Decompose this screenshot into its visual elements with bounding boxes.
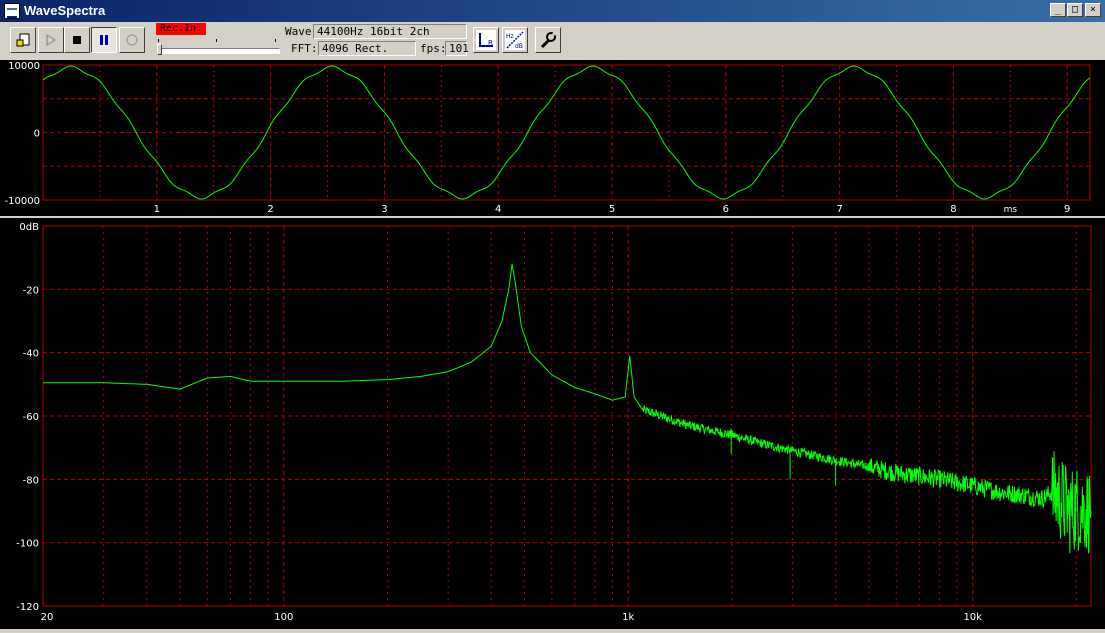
- y-tick-label: 0: [34, 129, 40, 140]
- x-tick-label: 6: [723, 204, 729, 215]
- settings-button[interactable]: [535, 27, 561, 53]
- level-tick: [275, 39, 276, 42]
- wave-format-field: 44100Hz 16bit 2ch: [313, 24, 467, 39]
- x-tick-label: 2: [267, 204, 273, 215]
- x-tick-label: 20: [41, 612, 54, 623]
- waveform-chart: 10000 0 -10000 1 2 3 4 5 6 7 8 9 ms: [5, 61, 1091, 215]
- y-tick-label: -80: [23, 475, 39, 486]
- y-tick-label: -120: [16, 602, 39, 613]
- hz-db-scale-icon: Hz dB: [505, 30, 525, 50]
- spectrum-trace: [43, 263, 1092, 554]
- y-tick-label: -40: [23, 349, 39, 360]
- maximize-button[interactable]: □: [1067, 3, 1083, 17]
- toolbar: Rec.In. Wave: 44100Hz 16bit 2ch FFT: 409…: [0, 22, 1105, 61]
- x-tick-label: 3: [381, 204, 387, 215]
- lr-channel-icon: R: [476, 30, 496, 50]
- spectrum-chart: 0dB -20 -40 -60 -80 -100 -12020 100 1k 10k: [16, 222, 1092, 623]
- stop-icon: [73, 36, 81, 44]
- input-level-slider-thumb[interactable]: [157, 44, 162, 55]
- pause-button[interactable]: [91, 27, 117, 53]
- svg-text:Hz: Hz: [506, 33, 514, 40]
- minimize-button[interactable]: _: [1050, 3, 1066, 17]
- y-tick-label: 10000: [8, 61, 40, 72]
- rec-input-indicator: Rec.In.: [156, 23, 207, 35]
- file-open-icon: [16, 33, 30, 47]
- stop-button[interactable]: [64, 27, 90, 53]
- input-level-slider[interactable]: [158, 48, 280, 54]
- title-bar: WaveSpectra _ □ ×: [0, 0, 1105, 22]
- hz-db-button[interactable]: Hz dB: [502, 27, 528, 53]
- x-tick-label: 8: [950, 204, 956, 215]
- close-button[interactable]: ×: [1085, 3, 1101, 17]
- y-tick-label: -60: [23, 412, 39, 423]
- play-icon: [46, 34, 56, 46]
- record-button[interactable]: [119, 27, 145, 53]
- x-tick-label: 7: [836, 204, 842, 215]
- svg-text:R: R: [488, 39, 493, 47]
- y-tick-label: 0dB: [19, 222, 39, 233]
- level-tick: [158, 39, 159, 42]
- waveform-panel: 10000 0 -10000 1 2 3 4 5 6 7 8 9 ms: [0, 60, 1105, 216]
- open-button[interactable]: [10, 27, 36, 53]
- x-tick-label: 100: [274, 612, 293, 623]
- fft-setting-field: 4096 Rect.: [318, 41, 416, 56]
- fps-label: fps:: [420, 42, 447, 55]
- channel-lr-button[interactable]: R: [473, 27, 499, 53]
- pause-icon: [100, 35, 108, 45]
- y-tick-label: -10000: [5, 196, 40, 207]
- record-icon: [126, 34, 138, 46]
- window-title: WaveSpectra: [24, 3, 106, 18]
- play-button[interactable]: [38, 27, 64, 53]
- x-tick-label: 10k: [963, 612, 982, 623]
- x-tick-label: 4: [495, 204, 501, 215]
- svg-text:dB: dB: [515, 43, 523, 50]
- x-tick-label: 1k: [622, 612, 634, 623]
- x-tick-label: 9: [1064, 204, 1070, 215]
- fps-field: 101: [445, 41, 469, 56]
- x-axis-unit-label: ms: [1004, 205, 1018, 215]
- x-tick-label: 5: [609, 204, 615, 215]
- spectrum-panel: 0dB -20 -40 -60 -80 -100 -120 20 100 1k 10k: [0, 218, 1105, 629]
- y-tick-label: -20: [23, 285, 39, 296]
- y-tick-label: -100: [16, 539, 39, 550]
- level-tick: [216, 39, 217, 42]
- fft-label: FFT:: [291, 42, 318, 55]
- x-tick-label: 1: [154, 204, 160, 215]
- wrench-icon: [540, 31, 557, 49]
- app-icon[interactable]: [4, 3, 20, 19]
